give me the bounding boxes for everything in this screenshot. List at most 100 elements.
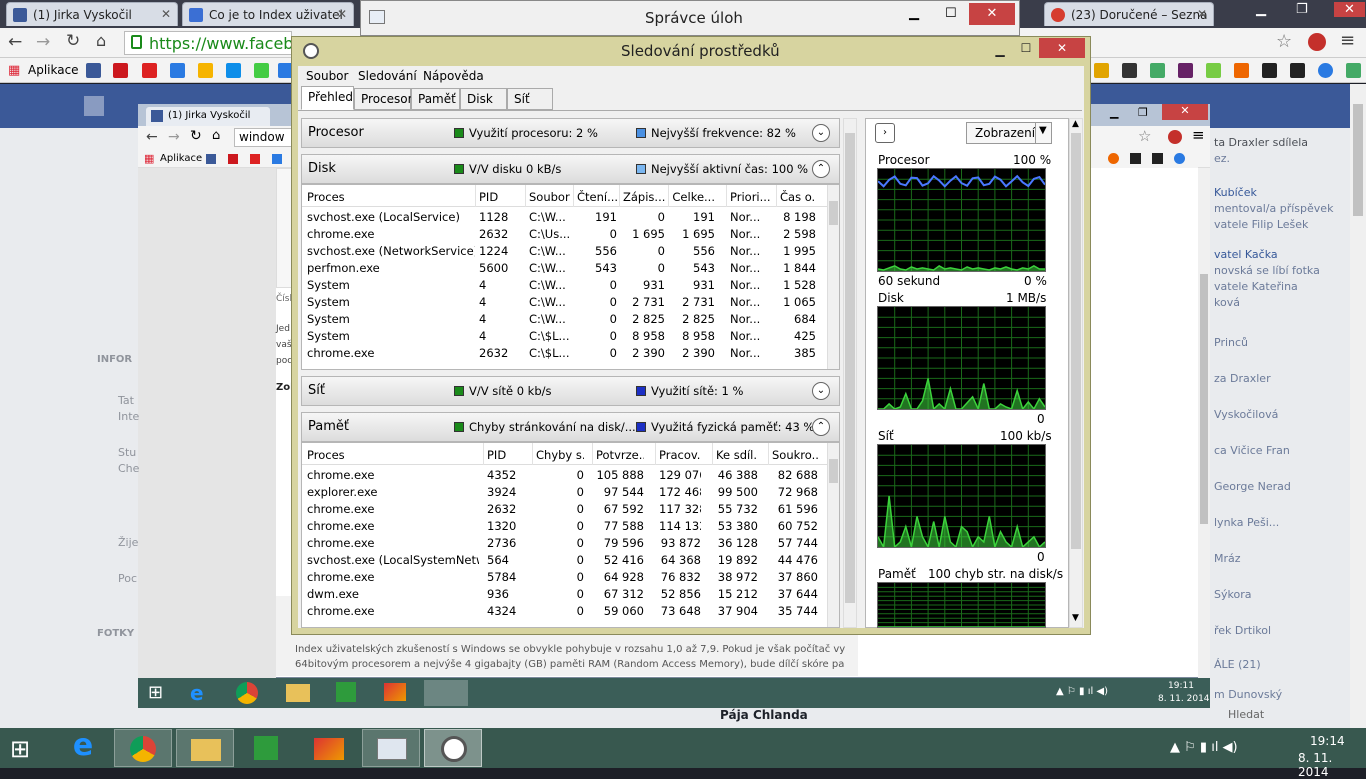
disk-table-row[interactable]: chrome.exe 2632 C:\$L... 0 2 390 2 390 Nor... 3… <box>302 345 829 362</box>
facebook-icon[interactable] <box>86 63 101 78</box>
page-scrollbar[interactable] <box>1350 84 1366 728</box>
minimize-icon[interactable]: ▁ <box>1110 106 1118 119</box>
explorer-taskbar-button[interactable] <box>176 729 234 767</box>
reload-icon[interactable]: ↻ <box>190 128 202 144</box>
close-icon[interactable]: ✕ <box>337 7 347 21</box>
bookmark-icon[interactable] <box>1206 63 1221 78</box>
ie-icon[interactable]: e <box>54 728 112 768</box>
windows-start-icon[interactable]: ⊞ <box>10 735 30 763</box>
apps-label[interactable]: Aplikace <box>28 63 79 77</box>
menu-icon[interactable]: ≡ <box>1192 126 1205 144</box>
collapse-panel-icon[interactable]: › <box>875 123 895 143</box>
bookmark-icon[interactable] <box>170 63 185 78</box>
disk-table-row[interactable]: System 4 C:\W... 0 2 731 2 731 Nor... 1 065 <box>302 294 829 311</box>
tab-disk[interactable]: Disk <box>460 88 507 110</box>
bookmark-icon[interactable] <box>1094 63 1109 78</box>
disk-table-row[interactable]: perfmon.exe 5600 C:\W... 543 0 543 Nor... 1 844 <box>302 260 829 277</box>
close-icon[interactable]: ✕ <box>969 3 1015 25</box>
memory-table-row[interactable]: svchost.exe (LocalSystemNetwo... 564 0 52 4… <box>302 552 829 569</box>
menu-napoveda[interactable]: Nápověda <box>423 69 484 83</box>
chevron-down-icon[interactable]: ▼ <box>1072 613 1079 623</box>
disk-column-header[interactable]: Celke... <box>672 190 715 204</box>
scrollbar-thumb[interactable] <box>1353 104 1363 216</box>
menu-sledovani[interactable]: Sledování <box>358 69 417 83</box>
minimize-icon[interactable]: ▁ <box>1256 2 1266 17</box>
close-icon[interactable]: ✕ <box>1039 38 1085 58</box>
section-procesor[interactable]: Procesor Využití procesoru: 2 % Nejvyšší… <box>301 118 840 148</box>
bookmark-icon[interactable] <box>1178 63 1193 78</box>
memory-table-row[interactable]: explorer.exe 3924 0 97 544 172 468 99 500 72 9… <box>302 484 829 501</box>
disk-column-header[interactable]: Proces <box>307 190 475 204</box>
memory-table-row[interactable]: dwm.exe 936 0 67 312 52 856 15 212 37 644 <box>302 586 829 603</box>
bookmark-icon[interactable] <box>1290 63 1305 78</box>
feed-item[interactable]: Kubíček <box>1214 186 1257 199</box>
chat-contact[interactable]: řek Drtikol <box>1214 624 1271 637</box>
bookmark-icon[interactable] <box>1174 153 1185 164</box>
memory-table-row[interactable]: chrome.exe 1320 0 77 588 114 132 53 380 60 752 <box>302 518 829 535</box>
memory-column-header[interactable]: Proces <box>307 448 479 462</box>
graph-scrollbar[interactable]: ▲ ▼ <box>1069 118 1083 628</box>
bookmark-icon[interactable] <box>1318 63 1333 78</box>
bookmark-icon[interactable] <box>254 63 269 78</box>
task-manager-taskbar-button[interactable] <box>362 729 420 767</box>
chat-contact[interactable]: Sýkora <box>1214 588 1251 601</box>
memory-column-header[interactable]: Pracov... <box>659 448 701 462</box>
tab-procesor[interactable]: Procesor <box>354 88 413 110</box>
bookmark-icon[interactable] <box>1152 153 1163 164</box>
bookmark-icon[interactable] <box>1234 63 1249 78</box>
memory-column-header[interactable]: Soukro... <box>772 448 818 462</box>
bookmark-icon[interactable] <box>272 154 282 164</box>
extension-icon[interactable] <box>1168 130 1182 144</box>
disk-table-row[interactable]: System 4 C:\$L... 0 8 958 8 958 Nor... 425 <box>302 328 829 345</box>
memory-column-header[interactable]: Chyby s... <box>536 448 584 462</box>
scrollbar-thumb[interactable] <box>845 133 855 603</box>
tab-seznam[interactable]: (23) Doručené – Sezna ✕ <box>1044 2 1214 26</box>
inner-tab[interactable]: (1) Jirka Vyskočil <box>146 107 270 126</box>
left-scrollbar[interactable] <box>843 118 857 628</box>
chat-contact[interactable]: za Draxler <box>1214 372 1271 385</box>
tab-sit[interactable]: Síť <box>507 88 553 110</box>
scrollbar-thumb[interactable] <box>829 459 838 483</box>
windows-start-icon[interactable]: ⊞ <box>148 682 163 703</box>
bookmark-icon[interactable] <box>1346 63 1361 78</box>
maximize-icon[interactable]: ❐ <box>1138 106 1148 119</box>
minimize-icon[interactable]: ▁ <box>909 6 919 21</box>
chat-search[interactable]: Hledat <box>1228 708 1264 721</box>
feed-item[interactable]: ta Draxler sdílela <box>1214 136 1308 149</box>
tray-icons[interactable]: ▲ ⚐ ▮ ıl ◀) <box>1056 686 1108 697</box>
disk-table-row[interactable]: chrome.exe 2632 C:\Us... 0 1 695 1 695 Nor... 2… <box>302 226 829 243</box>
memory-table-row[interactable]: chrome.exe 4324 0 59 060 73 648 37 904 35 744 <box>302 603 829 620</box>
bookmark-icon[interactable] <box>198 63 213 78</box>
app-taskbar-button[interactable] <box>300 729 358 767</box>
disk-table-row[interactable]: System 4 C:\W... 0 2 825 2 825 Nor... 684 <box>302 311 829 328</box>
clock-time[interactable]: 19:14 <box>1310 734 1345 748</box>
inner-scrollbar[interactable] <box>1198 168 1210 678</box>
chat-contact[interactable]: ca Vičice Fran <box>1214 444 1290 457</box>
tab-pamet[interactable]: Paměť <box>411 88 460 110</box>
apps-icon[interactable]: ▦ <box>8 63 20 78</box>
chat-contact[interactable]: lynka Peši... <box>1214 516 1279 529</box>
disk-column-header[interactable]: Soubor <box>529 190 573 204</box>
chevron-up-icon[interactable]: ⌃ <box>812 418 830 436</box>
disk-column-header[interactable]: Čtení... <box>577 190 617 204</box>
apps-label[interactable]: Aplikace <box>160 153 202 164</box>
section-sit[interactable]: Síť V/V sítě 0 kb/s Využití sítě: 1 % ⌄ <box>301 376 840 406</box>
chevron-up-icon[interactable]: ⌃ <box>812 160 830 178</box>
memory-column-header[interactable]: Potvrze... <box>596 448 644 462</box>
disk-table-row[interactable]: svchost.exe (NetworkService) 1224 C:\W... 5… <box>302 243 829 260</box>
dropbox-icon[interactable] <box>226 63 241 78</box>
chat-contact[interactable]: Vyskočilová <box>1214 408 1278 421</box>
apps-icon[interactable]: ▦ <box>144 152 154 165</box>
youtube-icon[interactable] <box>113 63 128 78</box>
ie-icon[interactable]: e <box>190 681 204 705</box>
bookmark-icon[interactable] <box>250 154 260 164</box>
bookmark-icon[interactable] <box>1150 63 1165 78</box>
star-icon[interactable]: ☆ <box>1276 31 1292 52</box>
app-icon[interactable] <box>384 683 406 701</box>
resmon-taskbar-icon[interactable] <box>424 680 468 706</box>
tray-icons[interactable]: ▲ ⚐ ▮ ıl ◀) <box>1170 740 1238 755</box>
inner-address-bar[interactable]: window <box>234 128 294 147</box>
memory-table-row[interactable]: chrome.exe 2736 0 79 596 93 872 36 128 57 744 <box>302 535 829 552</box>
back-icon[interactable]: ← <box>8 32 22 52</box>
extension-icon[interactable] <box>1308 33 1326 51</box>
